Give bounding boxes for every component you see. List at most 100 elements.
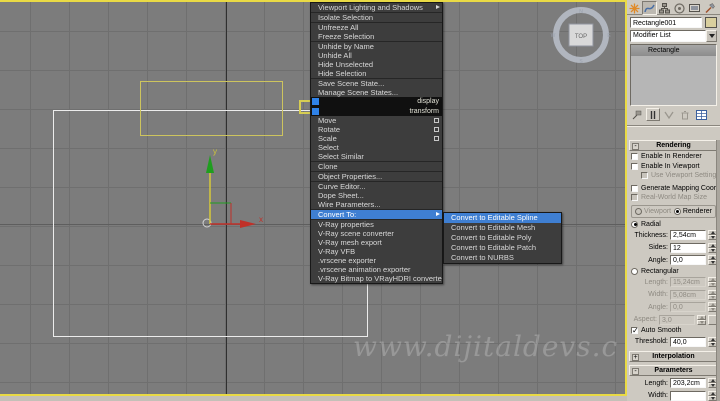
menu-item-convert-to[interactable]: Convert To:: [311, 210, 442, 219]
tab-utilities[interactable]: [702, 1, 717, 15]
quad-header-display[interactable]: display: [311, 97, 442, 107]
menu-item-unhide-all[interactable]: Unhide All: [311, 51, 442, 60]
modify-icon: [644, 3, 655, 14]
pin-stack-button[interactable]: [630, 108, 644, 121]
menu-item-vray-properties[interactable]: V-Ray properties: [311, 220, 442, 229]
modifier-stack-toolbar: [627, 106, 720, 123]
generate-mapping-coords-checkbox[interactable]: [631, 185, 638, 192]
collapse-icon: -: [632, 143, 639, 150]
stack-item-rectangle[interactable]: Rectangle: [631, 45, 716, 56]
make-unique-button[interactable]: [662, 108, 676, 121]
rect-width-row: Width: 5,08cm: [627, 289, 720, 302]
menu-item-move[interactable]: Move: [311, 116, 442, 125]
viewport-top[interactable]: y x TOP N S W E www.dijitaldevs.c Viewpo…: [0, 0, 627, 396]
aspect-row: Aspect: 3,0: [627, 314, 720, 327]
renderer-radio[interactable]: [674, 208, 681, 215]
enable-in-renderer-checkbox[interactable]: [631, 153, 638, 160]
menu-item-freeze-selection[interactable]: Freeze Selection: [311, 32, 442, 41]
menu-item-vray-bitmap-to-vrayhdri[interactable]: V-Ray Bitmap to VRayHDRI converter: [311, 274, 442, 283]
quad-header-transform[interactable]: transform: [311, 107, 442, 117]
parameters-length-row: Length: 203,2cm: [627, 377, 720, 390]
watermark: www.dijitaldevs.c: [353, 330, 623, 375]
transform-gizmo[interactable]: y x: [185, 145, 280, 235]
enable-in-viewport-checkbox[interactable]: [631, 163, 638, 170]
auto-smooth-checkbox[interactable]: [631, 327, 638, 334]
menu-item-unfreeze-all[interactable]: Unfreeze All: [311, 23, 442, 32]
tab-motion[interactable]: [672, 1, 687, 15]
menu-item-clone[interactable]: Clone: [311, 162, 442, 171]
trash-icon: [680, 110, 690, 120]
configure-modifier-sets-button[interactable]: [694, 108, 708, 121]
modifier-list-dropdown[interactable]: Modifier List: [630, 30, 717, 42]
remove-modifier-button[interactable]: [678, 108, 692, 121]
menu-item-manage-scene-states[interactable]: Manage Scene States...: [311, 88, 442, 97]
menu-item-hide-unselected[interactable]: Hide Unselected: [311, 60, 442, 69]
radial-radio[interactable]: [631, 221, 638, 228]
viewport-renderer-group: Viewport Renderer: [631, 205, 716, 218]
sides-input[interactable]: 12: [670, 243, 706, 253]
real-world-map-size-checkbox: [631, 194, 638, 201]
expand-icon: +: [632, 354, 639, 361]
settings-box-icon[interactable]: [434, 136, 439, 141]
menu-item-save-scene-state[interactable]: Save Scene State...: [311, 79, 442, 88]
menu-item-dope-sheet[interactable]: Dope Sheet...: [311, 191, 442, 200]
parameters-length-input[interactable]: 203,2cm: [670, 378, 706, 388]
display-icon: [689, 3, 700, 14]
angle-input[interactable]: 0,0: [670, 255, 706, 265]
use-viewport-settings-checkbox: [641, 172, 648, 179]
motion-icon: [674, 3, 685, 14]
submenu-item-convert-to-editable-spline[interactable]: Convert to Editable Spline: [444, 213, 561, 223]
dropdown-button[interactable]: [706, 30, 717, 42]
submenu-item-convert-to-nurbs[interactable]: Convert to NURBS: [444, 253, 561, 263]
submenu-item-convert-to-editable-patch[interactable]: Convert to Editable Patch: [444, 243, 561, 253]
rendering-rollout-header[interactable]: - Rendering: [629, 140, 718, 151]
menu-item-vrscene-exporter[interactable]: .vrscene exporter: [311, 256, 442, 265]
menu-item-object-properties[interactable]: Object Properties...: [311, 172, 442, 181]
menu-item-vray-vfb[interactable]: V-Ray VFB: [311, 247, 442, 256]
submenu-item-convert-to-editable-poly[interactable]: Convert to Editable Poly: [444, 233, 561, 243]
object-name-field[interactable]: Rectangle001: [630, 17, 702, 28]
parameters-width-input[interactable]: [670, 391, 706, 401]
show-end-result-button[interactable]: [646, 108, 660, 121]
aspect-spinner: [697, 315, 706, 325]
renderer-radio-item: Renderer: [674, 208, 712, 215]
show-end-result-icon: [648, 110, 658, 120]
object-color-swatch[interactable]: [705, 17, 717, 28]
submenu-arrow-icon: [436, 212, 440, 216]
menu-item-select[interactable]: Select: [311, 143, 442, 152]
menu-item-rotate[interactable]: Rotate: [311, 125, 442, 134]
make-unique-icon: [664, 110, 674, 120]
interpolation-rollout-header[interactable]: + Interpolation: [629, 351, 718, 362]
yellow-rectangle-shape[interactable]: [140, 81, 283, 136]
tab-hierarchy[interactable]: [657, 1, 672, 15]
panel-scrollbar[interactable]: [716, 140, 720, 401]
parameters-rollout-header[interactable]: - Parameters: [629, 365, 718, 376]
menu-item-vray-mesh-export[interactable]: V-Ray mesh export: [311, 238, 442, 247]
threshold-input[interactable]: 40,0: [670, 337, 706, 347]
settings-box-icon[interactable]: [434, 118, 439, 123]
aspect-input: 3,0: [659, 315, 695, 325]
menu-item-hide-selection[interactable]: Hide Selection: [311, 69, 442, 78]
tab-modify[interactable]: [642, 1, 657, 15]
rectangular-row: Rectangular: [627, 267, 720, 277]
menu-item-curve-editor[interactable]: Curve Editor...: [311, 182, 442, 191]
tab-display[interactable]: [687, 1, 702, 15]
tab-create[interactable]: [627, 1, 642, 15]
menu-item-vrscene-animation-exporter[interactable]: .vrscene animation exporter: [311, 265, 442, 274]
modifier-stack[interactable]: Rectangle: [630, 44, 717, 106]
viewcube[interactable]: TOP N S W E: [548, 4, 614, 66]
menu-item-scale[interactable]: Scale: [311, 134, 442, 143]
menu-item-vray-scene-converter[interactable]: V-Ray scene converter: [311, 229, 442, 238]
thickness-input[interactable]: 2,54cm: [670, 230, 706, 240]
threshold-row: Threshold: 40,0: [627, 336, 720, 349]
use-viewport-settings-row: Use Viewport Settings: [637, 171, 720, 181]
menu-item-select-similar[interactable]: Select Similar: [311, 152, 442, 161]
menu-item-label: Viewport Lighting and Shadows: [318, 3, 423, 12]
menu-item-wire-parameters[interactable]: Wire Parameters...: [311, 200, 442, 209]
menu-item-unhide-by-name[interactable]: Unhide by Name: [311, 42, 442, 51]
rectangular-radio[interactable]: [631, 268, 638, 275]
settings-box-icon[interactable]: [434, 127, 439, 132]
menu-item-viewport-lighting-and-shadows[interactable]: Viewport Lighting and Shadows: [311, 3, 442, 12]
menu-item-isolate-selection[interactable]: Isolate Selection: [311, 13, 442, 22]
submenu-item-convert-to-editable-mesh[interactable]: Convert to Editable Mesh: [444, 223, 561, 233]
